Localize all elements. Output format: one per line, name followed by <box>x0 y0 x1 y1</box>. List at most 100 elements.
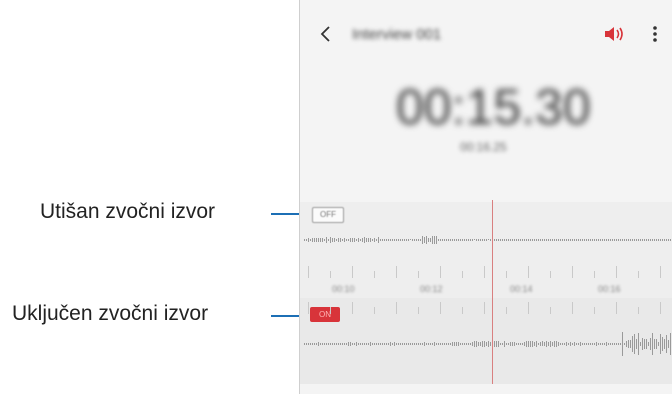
waveform-bar <box>556 239 557 241</box>
waveform-bar <box>390 342 391 346</box>
waveform-bar <box>538 342 539 346</box>
waveform-bar <box>652 333 653 355</box>
timeline-tick <box>660 266 661 278</box>
waveform-bar <box>526 239 527 241</box>
waveform-bar <box>368 343 369 345</box>
waveform-bar <box>626 340 627 347</box>
waveform-bar <box>544 342 545 346</box>
waveform-bar <box>448 343 449 345</box>
waveform-bar <box>424 237 425 243</box>
waveform-bar <box>506 342 507 346</box>
waveform-bar <box>372 238 373 242</box>
waveform-bar <box>508 342 509 346</box>
waveform-bar <box>618 239 619 241</box>
waveform-bar <box>566 238 567 242</box>
timeline-tick <box>594 307 595 314</box>
timeline-tick <box>418 271 419 278</box>
waveform-bar <box>542 341 543 347</box>
waveform-bar <box>450 239 451 241</box>
speaker-button[interactable] <box>600 22 628 46</box>
waveform-bar <box>328 238 329 242</box>
waveform-bar <box>356 342 357 346</box>
waveform-bar <box>618 342 619 346</box>
waveform-bar <box>334 237 335 243</box>
muted-source-chip[interactable]: OFF <box>312 207 344 223</box>
waveform-bar <box>306 238 307 242</box>
waveform-bar <box>662 337 663 351</box>
waveform-bar <box>602 343 603 345</box>
waveform-bar <box>552 238 553 242</box>
waveform-bar <box>664 339 665 349</box>
waveform-bar <box>636 339 637 349</box>
waveform-bar <box>664 239 665 241</box>
waveform-bar <box>362 237 363 243</box>
waveform-bar <box>430 238 431 242</box>
waveform-bar <box>342 342 343 346</box>
waveform-bar <box>398 343 399 345</box>
waveform-bar <box>412 239 413 241</box>
waveform-bar <box>312 342 313 346</box>
waveform-bar <box>354 237 355 243</box>
more-options-button[interactable] <box>646 22 664 46</box>
waveform-bar <box>598 342 599 346</box>
playhead-line[interactable] <box>492 200 493 384</box>
waveform-bar <box>466 343 467 345</box>
waveform-bar <box>536 340 537 348</box>
waveform-bar <box>660 239 661 241</box>
timeline-tick <box>550 271 551 278</box>
waveform-bar <box>512 239 513 241</box>
waveform-bar <box>418 239 419 241</box>
waveform-bar <box>358 238 359 242</box>
waveform-bar <box>514 342 515 346</box>
waveform-bar <box>588 342 589 346</box>
waveform-bar <box>524 239 525 241</box>
waveform-bar <box>510 238 511 242</box>
waveform-bar <box>396 239 397 241</box>
waveform-bar <box>378 237 379 243</box>
waveform-bar <box>630 339 631 349</box>
waveform-bar <box>316 237 317 243</box>
more-vertical-icon <box>653 26 657 42</box>
timeline-tick <box>484 266 485 278</box>
waveform-bar <box>322 237 323 242</box>
waveform-bar <box>480 239 481 241</box>
waveform-bar <box>670 333 671 355</box>
timeline-tick <box>572 266 573 278</box>
waveform-bar <box>392 239 393 241</box>
waveform-bar <box>666 239 667 241</box>
waveform-bar <box>596 342 597 346</box>
waveform-bar <box>434 342 435 346</box>
waveform-bar <box>360 238 361 242</box>
waveform-bar <box>550 340 551 348</box>
waveform-bar <box>622 332 623 356</box>
waveform-bar <box>336 238 337 242</box>
waveform-bar <box>332 342 333 346</box>
waveform-bar <box>370 342 371 346</box>
waveform-bar <box>380 238 381 242</box>
waveform-bar <box>500 342 501 346</box>
waveform-bar <box>478 342 479 346</box>
waveform-bar <box>316 343 317 345</box>
waveform-bar <box>418 342 419 345</box>
waveform-bar <box>568 239 569 241</box>
waveform-bar <box>306 342 307 346</box>
waveform-bar <box>646 339 647 349</box>
waveform-bar <box>584 342 585 346</box>
waveform-bar <box>548 341 549 347</box>
waveform-bar <box>588 239 589 241</box>
waveform-bar <box>428 342 429 346</box>
waveform-bar <box>632 336 633 352</box>
waveform-bar <box>578 239 579 241</box>
waveform-bar <box>530 238 531 242</box>
waveform-bar <box>590 239 591 241</box>
waveform-bar <box>442 343 443 345</box>
waveform-bar <box>414 239 415 241</box>
timeline-tick <box>638 271 639 278</box>
back-button[interactable] <box>314 22 338 46</box>
waveform-bar <box>526 341 527 347</box>
waveform-bar <box>362 342 363 346</box>
waveform-bar <box>564 342 565 346</box>
waveform-bar <box>352 343 353 345</box>
waveform-bar <box>658 341 659 347</box>
waveform-bar <box>562 238 563 242</box>
